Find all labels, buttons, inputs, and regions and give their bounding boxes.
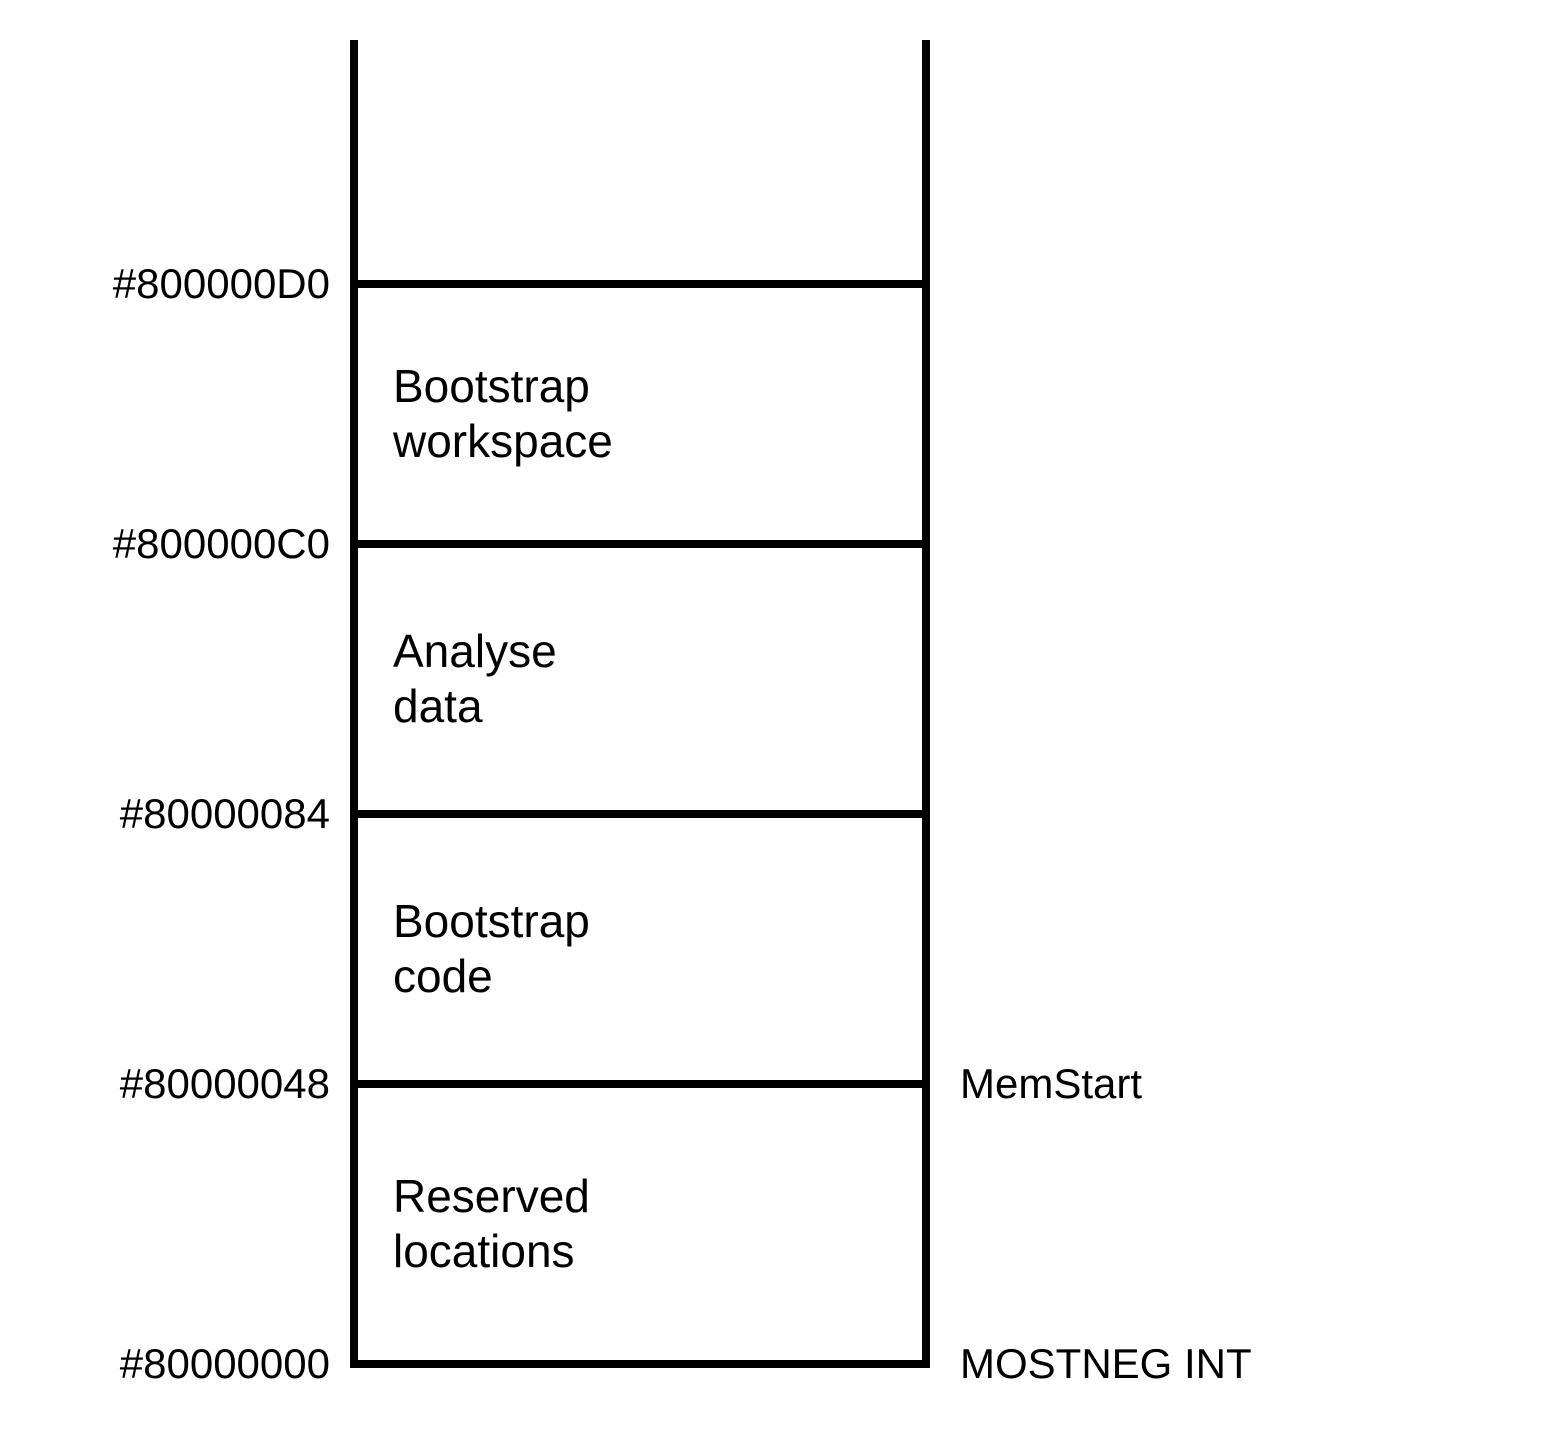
address-label: #80000048: [120, 1060, 330, 1108]
region-label-line: Bootstrap: [393, 894, 897, 949]
memory-map-diagram: Bootstrap workspace Analyse data Bootstr…: [40, 40, 1510, 1404]
region-label-line: Analyse: [393, 624, 897, 679]
region-label-line: Bootstrap: [393, 359, 897, 414]
address-label: #80000000: [120, 1340, 330, 1388]
region-label-line: workspace: [393, 414, 897, 469]
right-label-mostneg: MOSTNEG INT: [960, 1340, 1252, 1388]
region-bootstrap-workspace: Bootstrap workspace: [358, 280, 922, 540]
region-label-line: locations: [393, 1224, 897, 1279]
address-label: #800000C0: [113, 520, 330, 568]
region-analyse-data: Analyse data: [358, 540, 922, 810]
region-label-line: code: [393, 949, 897, 1004]
region-reserved-locations: Reserved locations: [358, 1080, 922, 1360]
address-label: #800000D0: [113, 260, 330, 308]
region-top-open: [358, 40, 922, 280]
memory-column: Bootstrap workspace Analyse data Bootstr…: [350, 40, 930, 1368]
region-bootstrap-code: Bootstrap code: [358, 810, 922, 1080]
region-label-line: Reserved: [393, 1169, 897, 1224]
address-label: #80000084: [120, 790, 330, 838]
right-label-memstart: MemStart: [960, 1060, 1142, 1108]
region-label-line: data: [393, 679, 897, 734]
